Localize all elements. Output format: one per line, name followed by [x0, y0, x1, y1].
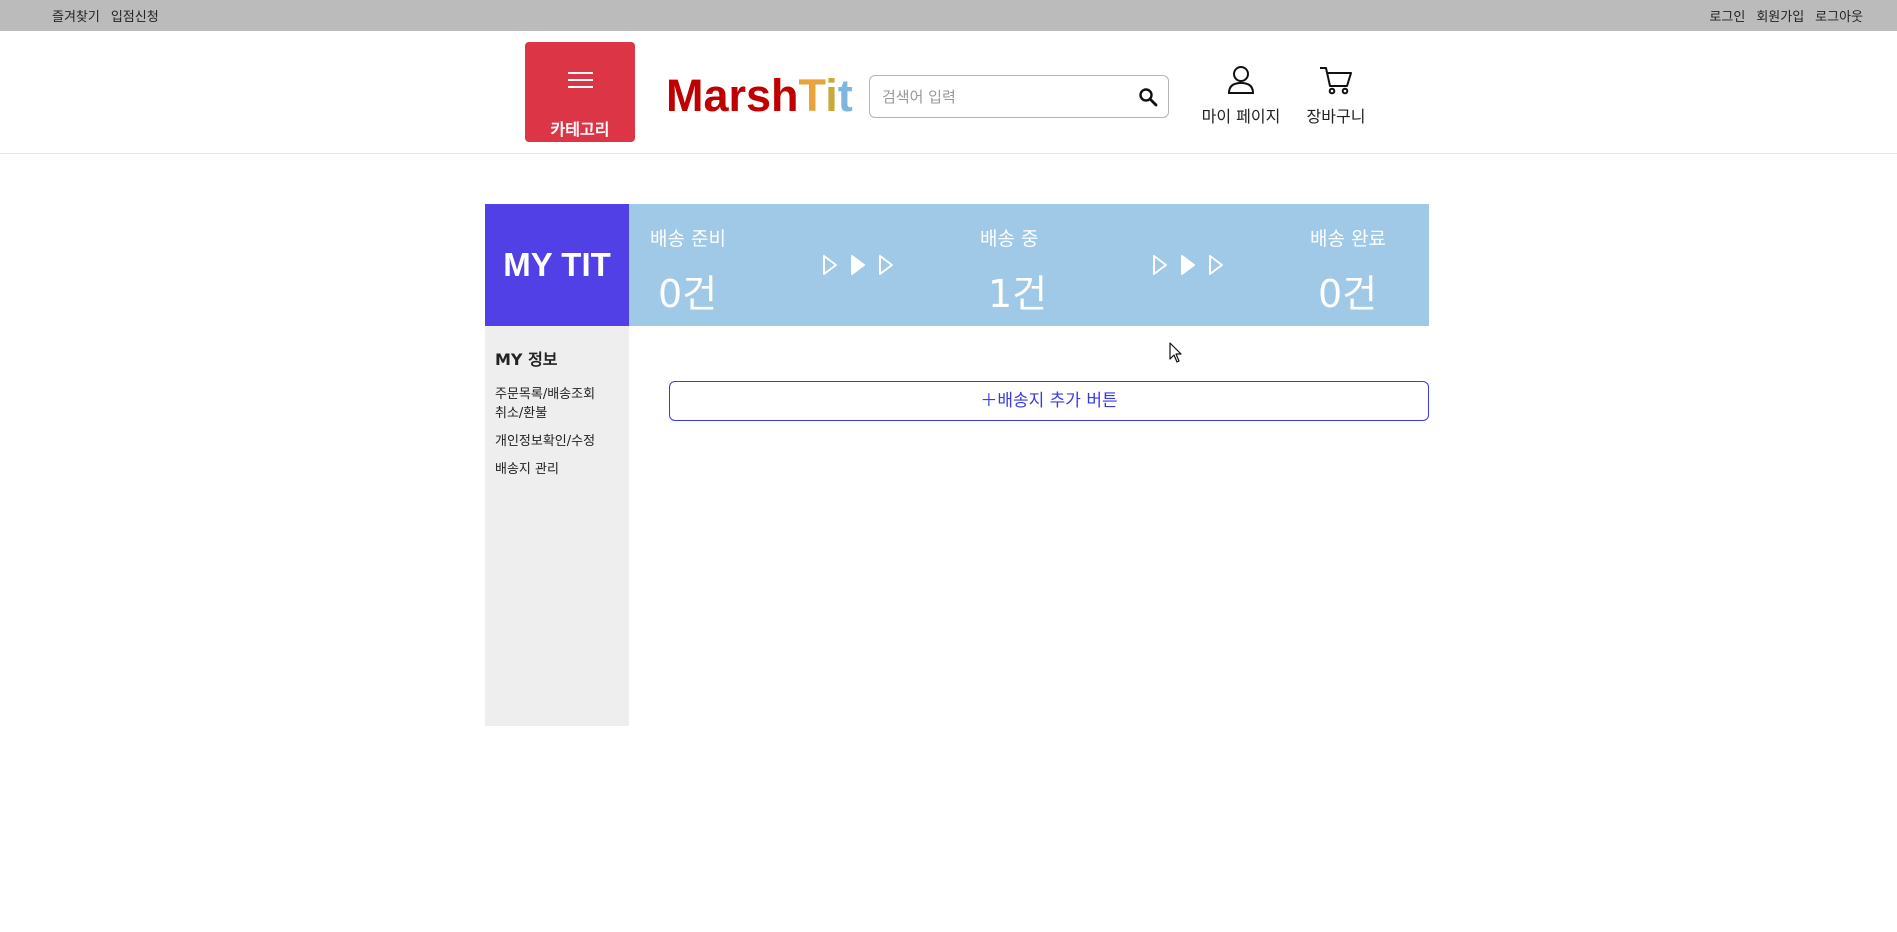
- play-filled-icon: [851, 255, 865, 275]
- search-box: [869, 75, 1169, 118]
- stage-delivered: 배송 완료 0건: [1310, 224, 1386, 318]
- signup-link[interactable]: 회원가입: [1756, 6, 1804, 25]
- mouse-cursor-icon: [1169, 342, 1182, 363]
- store-apply-link[interactable]: 입점신청: [111, 6, 159, 25]
- cart-icon: [1320, 67, 1352, 95]
- stage-shipping-count: 1건: [988, 272, 1048, 316]
- stage-preparing-label: 배송 준비: [650, 228, 726, 250]
- mypage-sidebar: MY 정보 주문목록/배송조회 취소/환불 개인정보확인/수정 배송지 관리: [485, 326, 629, 726]
- category-button-label: 카테고리: [550, 120, 610, 139]
- stage-delivered-count: 0건: [1318, 272, 1378, 316]
- play-outline-icon: [1209, 255, 1223, 275]
- search-icon[interactable]: [1138, 87, 1158, 107]
- stage-shipping: 배송 중 1건: [980, 224, 1047, 318]
- cart-link[interactable]: 장바구니: [1300, 65, 1372, 127]
- login-link[interactable]: 로그인: [1709, 6, 1745, 25]
- category-button[interactable]: 카테고리: [525, 42, 635, 142]
- mypage-link[interactable]: 마이 페이지: [1196, 65, 1286, 127]
- play-filled-icon: [1181, 255, 1195, 275]
- play-outline-icon: [823, 255, 837, 275]
- site-header: 카테고리 MarshTit 마이 페이지 장바구니: [0, 31, 1897, 154]
- hamburger-menu-icon: [568, 72, 593, 90]
- stage-preparing-count: 0건: [658, 272, 718, 316]
- sidebar-item-cancel-refund[interactable]: 취소/환불: [495, 404, 547, 423]
- top-utility-bar: 즐겨찾기 입점신청 로그인 회원가입 로그아웃: [0, 0, 1897, 31]
- add-address-button[interactable]: ＋배송지 추가 버튼: [669, 381, 1429, 421]
- stage-shipping-label: 배송 중: [980, 228, 1039, 250]
- site-logo[interactable]: MarshTit: [666, 73, 853, 118]
- sidebar-title: MY 정보: [495, 350, 558, 369]
- sidebar-item-address[interactable]: 배송지 관리: [495, 460, 559, 479]
- search-input[interactable]: [882, 86, 1122, 108]
- top-left-links: 즐겨찾기 입점신청: [52, 6, 159, 25]
- cart-label: 장바구니: [1306, 107, 1366, 126]
- stage-arrows-2: [1152, 254, 1224, 276]
- play-outline-icon: [1153, 255, 1167, 275]
- stage-preparing: 배송 준비 0건: [650, 224, 726, 318]
- mypage-label: 마이 페이지: [1201, 107, 1281, 126]
- mytit-title: MY TIT: [485, 204, 629, 326]
- play-outline-icon: [879, 255, 893, 275]
- logout-link[interactable]: 로그아웃: [1815, 6, 1863, 25]
- sidebar-item-orders[interactable]: 주문목록/배송조회: [495, 385, 595, 404]
- delivery-status-bar: 배송 준비 0건 배송 중 1건 배송 완료 0건: [629, 204, 1429, 326]
- bookmark-link[interactable]: 즐겨찾기: [52, 6, 100, 25]
- stage-delivered-label: 배송 완료: [1310, 228, 1386, 250]
- sidebar-item-profile[interactable]: 개인정보확인/수정: [495, 432, 595, 451]
- top-right-links: 로그인 회원가입 로그아웃: [1709, 6, 1863, 25]
- user-icon: [1227, 66, 1255, 94]
- stage-arrows-1: [822, 254, 894, 276]
